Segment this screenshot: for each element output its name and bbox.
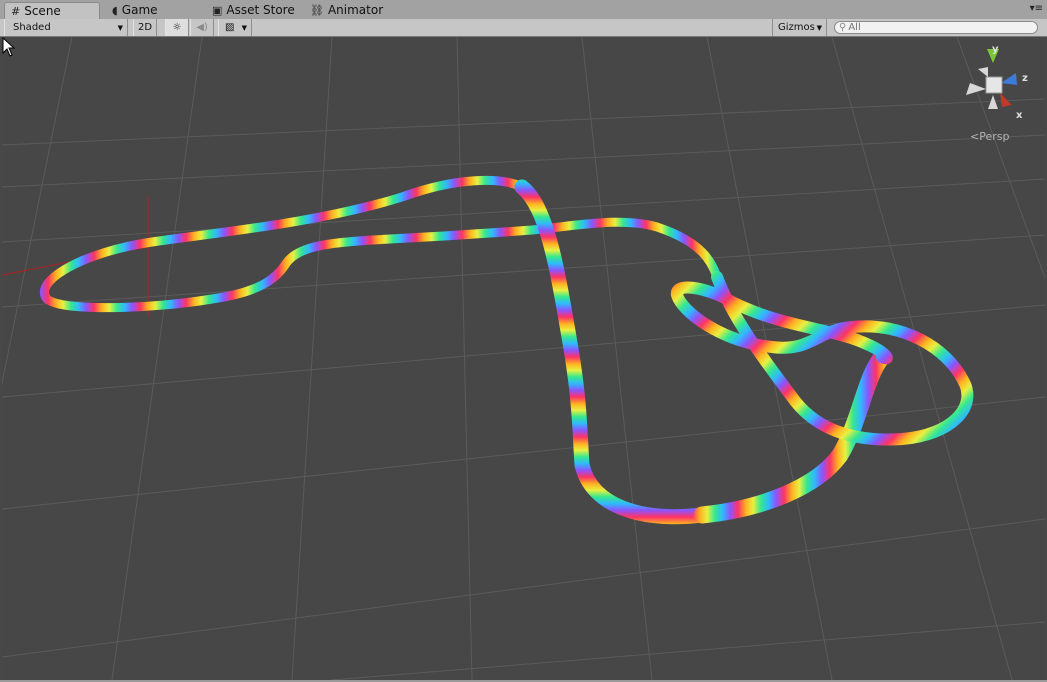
pacman-icon: ◖: [112, 4, 118, 17]
neg-y-axis-cone-icon[interactable]: [988, 95, 998, 109]
orientation-gizmo[interactable]: y z x: [962, 43, 1032, 123]
neg-z-axis-cone-icon[interactable]: [978, 67, 988, 77]
sun-icon: ☼: [172, 22, 182, 33]
tab-animator[interactable]: ⛓ Animator: [304, 2, 394, 19]
track-right-knot: [671, 271, 974, 446]
effects-dropdown[interactable]: ▨ ▼: [218, 19, 252, 36]
tab-bar: # Scene ◖ Game ▣ Asset Store ⛓ Animator …: [0, 0, 1047, 20]
scene-toolbar: Shaded ▼ 2D ☼ ◀) ▨ ▼ Gizmos ▼ ⚲: [0, 19, 1047, 37]
image-icon: ▨: [225, 22, 235, 33]
tab-game-label: Game: [121, 3, 158, 17]
audio-toggle-button[interactable]: ◀): [190, 19, 214, 36]
tab-menu-icon[interactable]: ▾≡: [1030, 3, 1043, 14]
animator-icon: ⛓: [310, 4, 324, 17]
axis-label-z: z: [1022, 73, 1028, 84]
scene-viewport[interactable]: y z x <Persp: [2, 37, 1045, 680]
perspective-icon: <: [970, 130, 980, 143]
tab-scene-label: Scene: [24, 3, 61, 18]
scene-window: # Scene ◖ Game ▣ Asset Store ⛓ Animator …: [0, 0, 1047, 682]
2d-toggle-button[interactable]: 2D: [133, 19, 157, 36]
gizmos-dropdown[interactable]: Gizmos ▼: [772, 19, 827, 36]
projection-toggle[interactable]: <Persp: [970, 130, 1009, 143]
draw-mode-dropdown[interactable]: Shaded ▼: [4, 19, 128, 36]
dropdown-arrow-icon: ▼: [117, 23, 123, 32]
gizmo-center-cube-icon[interactable]: [985, 76, 1003, 94]
dropdown-arrow-icon: ▼: [816, 23, 822, 32]
2d-toggle-label: 2D: [137, 22, 153, 33]
search-icon: ⚲: [839, 22, 847, 33]
search-box: ⚲: [834, 21, 1038, 34]
search-input[interactable]: [846, 22, 1019, 33]
scene-canvas: [2, 37, 1045, 680]
tab-asset-store[interactable]: ▣ Asset Store: [206, 2, 302, 19]
bag-icon: ▣: [212, 4, 223, 17]
dropdown-arrow-icon: ▼: [241, 23, 247, 32]
x-axis-cone-icon[interactable]: [1000, 93, 1012, 107]
tab-asset-store-label: Asset Store: [226, 3, 295, 17]
track-left-loop: [40, 175, 722, 313]
z-axis-cone-icon[interactable]: [1001, 73, 1017, 85]
lighting-toggle-button[interactable]: ☼: [165, 19, 189, 36]
projection-label: Persp: [979, 130, 1010, 143]
neg-x-axis-cone-icon[interactable]: [966, 83, 986, 95]
axis-label-x: x: [1016, 110, 1023, 121]
mouse-cursor-icon: [2, 37, 16, 57]
gizmos-label: Gizmos: [778, 22, 815, 33]
grid-icon: #: [11, 4, 21, 18]
speaker-icon: ◀): [196, 22, 208, 33]
tab-animator-label: Animator: [327, 3, 384, 17]
tab-game[interactable]: ◖ Game: [106, 2, 196, 19]
tab-scene[interactable]: # Scene: [4, 2, 100, 19]
axis-label-y: y: [992, 44, 999, 55]
draw-mode-label: Shaded: [13, 22, 51, 33]
